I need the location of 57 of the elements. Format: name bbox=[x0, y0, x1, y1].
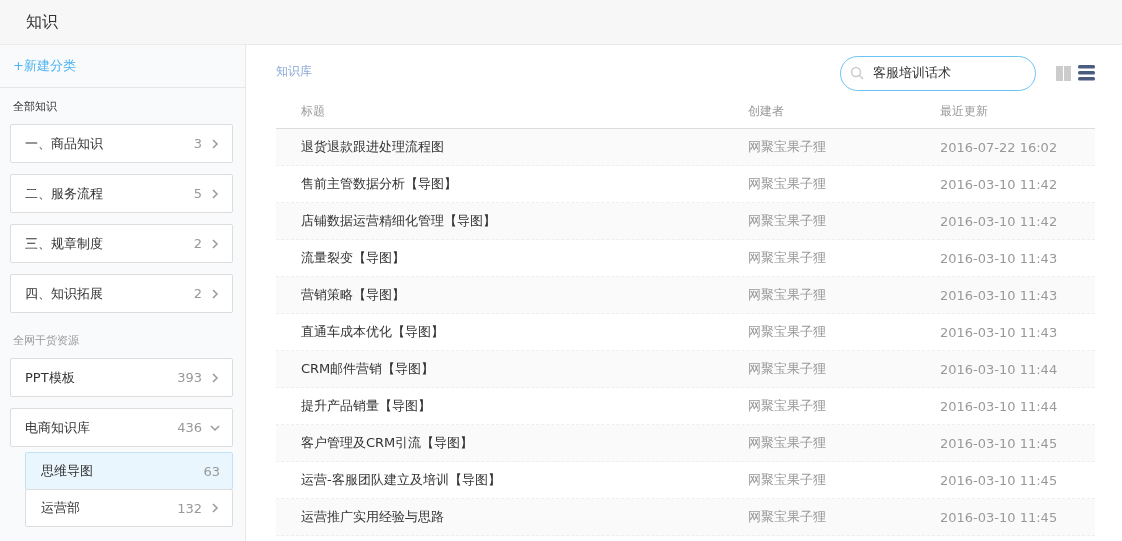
table-cell: 2016-03-10 11:42 bbox=[940, 176, 1058, 192]
table-cell: 2016-03-10 11:43 bbox=[940, 250, 1058, 266]
search-field[interactable]: 客服培训话术 bbox=[840, 55, 1036, 91]
table-cell: 2016-03-10 11:44 bbox=[940, 398, 1058, 414]
column-header: 标题 bbox=[300, 103, 326, 120]
title-link[interactable]: 运营-客服团队建立及培训【导图】 bbox=[276, 471, 748, 489]
table-cell-text: 网聚宝果子狸 bbox=[748, 360, 827, 378]
section-label: 全部知识 bbox=[12, 99, 58, 115]
title-link[interactable]: 流量裂变【导图】 bbox=[276, 249, 748, 267]
category-item[interactable]: 四、知识拓展 2 bbox=[10, 274, 233, 313]
table-cell: 2016-03-10 11:42 bbox=[940, 213, 1058, 229]
title-link[interactable]: 退货退款跟进处理流程图 bbox=[276, 138, 748, 156]
category-item[interactable]: 一、商品知识 3 bbox=[10, 124, 233, 163]
title-link[interactable]: 提升产品销量【导图】 bbox=[276, 397, 748, 415]
title-link[interactable]: 直通车成本优化【导图】 bbox=[276, 323, 748, 341]
page-title: 知识 bbox=[26, 11, 58, 33]
chevron-right-icon bbox=[210, 188, 220, 199]
table-cell-text: 网聚宝果子狸 bbox=[748, 286, 827, 304]
table-cell-text: 网聚宝果子狸 bbox=[748, 175, 827, 193]
table-cell-text: 网聚宝果子狸 bbox=[748, 138, 827, 156]
category-item[interactable]: 电商知识库 436 bbox=[10, 408, 233, 447]
chevron-right-icon bbox=[210, 138, 220, 149]
category-item[interactable]: 二、服务流程 5 bbox=[10, 174, 233, 213]
title-link[interactable]: 客户管理及CRM引流【导图】 bbox=[276, 434, 748, 452]
table-cell: 2016-03-10 11:45 bbox=[940, 435, 1058, 451]
table-cell: 2016-07-22 16:02 bbox=[940, 139, 1058, 155]
title-link[interactable]: 营销策略【导图】 bbox=[276, 286, 748, 304]
title-link[interactable]: 运营推广实用经验与思路 bbox=[276, 508, 748, 526]
chevron-right-icon bbox=[210, 238, 220, 249]
title-link[interactable]: 售前主管数据分析【导图】 bbox=[276, 175, 748, 193]
column-header: 创建者 bbox=[748, 103, 785, 120]
list-view-icon[interactable] bbox=[1078, 65, 1095, 81]
table-cell-text: 网聚宝果子狸 bbox=[748, 508, 827, 526]
table-cell-text: 网聚宝果子狸 bbox=[748, 434, 827, 452]
chevron-right-icon bbox=[210, 288, 220, 299]
table-cell-text: 网聚宝果子狸 bbox=[748, 212, 827, 230]
search-icon bbox=[850, 65, 864, 80]
table-cell: 2016-03-10 11:45 bbox=[940, 509, 1058, 525]
chevron-right-icon bbox=[210, 372, 220, 383]
subcategory-item[interactable]: 运营部 132 bbox=[25, 489, 233, 527]
subcategory-item[interactable]: 思维导图 63 bbox=[25, 452, 233, 490]
category-item[interactable]: PPT模板 393 bbox=[10, 358, 233, 397]
chevron-down-icon bbox=[210, 422, 220, 433]
table-cell: 2016-03-10 11:43 bbox=[940, 324, 1058, 340]
table-cell: 2016-03-10 11:45 bbox=[940, 472, 1058, 488]
table-cell-text: 网聚宝果子狸 bbox=[748, 323, 827, 341]
title-link[interactable]: 店铺数据运营精细化管理【导图】 bbox=[276, 212, 748, 230]
column-header: 最近更新 bbox=[940, 103, 988, 120]
table-cell-text: 网聚宝果子狸 bbox=[748, 249, 827, 267]
table-cell-text: 网聚宝果子狸 bbox=[748, 397, 827, 415]
table-cell: 2016-03-10 11:43 bbox=[940, 287, 1058, 303]
title-link[interactable]: CRM邮件营销【导图】 bbox=[276, 360, 748, 378]
table-cell: 2016-03-10 11:44 bbox=[940, 361, 1058, 377]
category-item[interactable]: 三、规章制度 2 bbox=[10, 224, 233, 263]
table-cell-text: 网聚宝果子狸 bbox=[748, 471, 827, 489]
section-label: 全网干货资源 bbox=[12, 333, 80, 349]
chevron-right-icon bbox=[210, 503, 220, 513]
